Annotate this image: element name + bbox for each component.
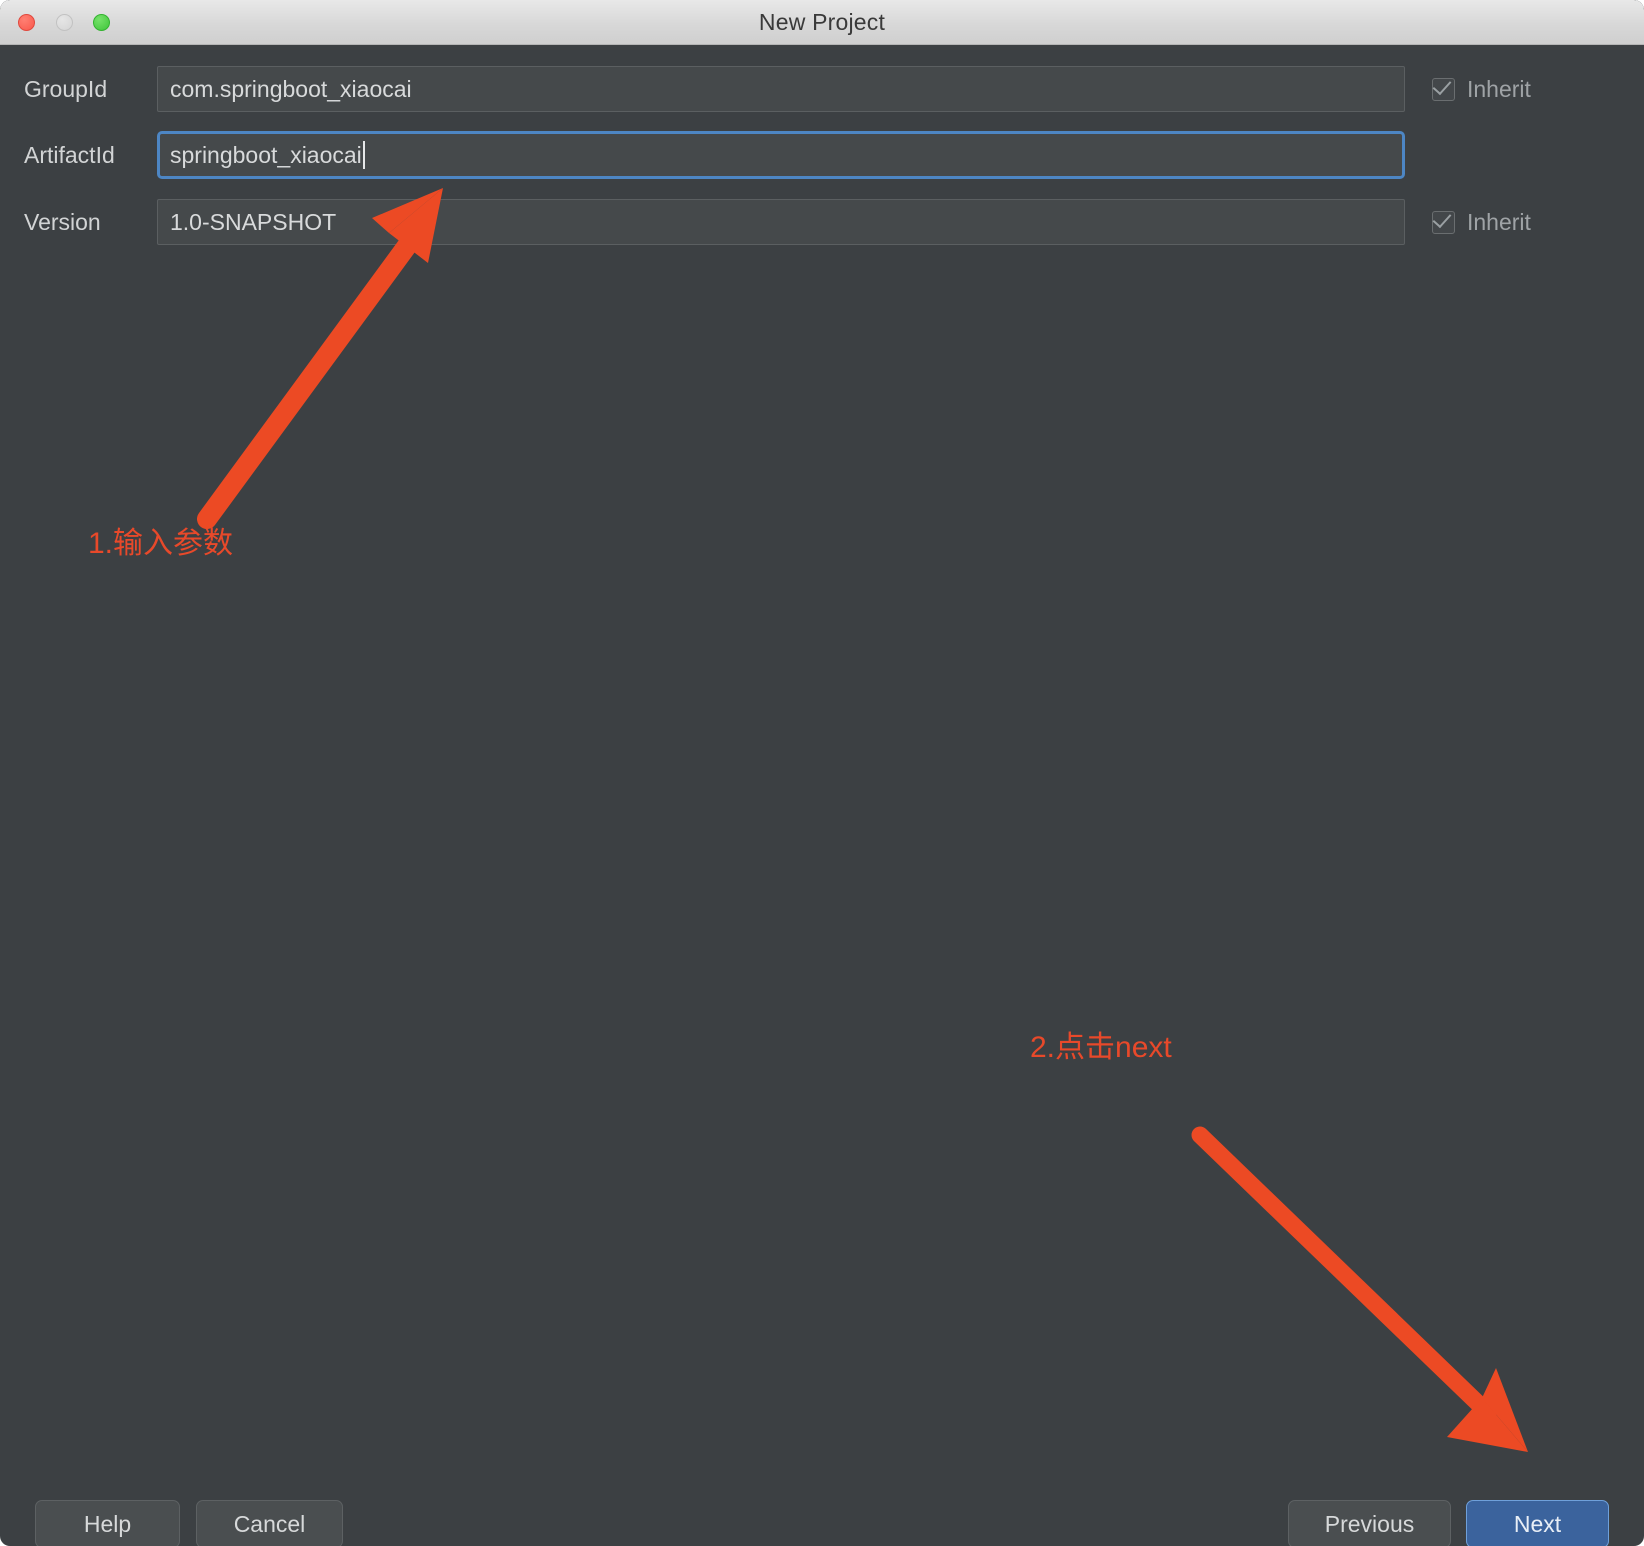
- version-inherit-checkbox[interactable]: Inherit: [1432, 199, 1531, 245]
- text-caret: [362, 141, 365, 169]
- dialog-button-bar: Help Cancel Previous Next: [0, 1500, 1644, 1546]
- groupid-input[interactable]: [157, 66, 1405, 112]
- next-button[interactable]: Next: [1466, 1500, 1609, 1546]
- new-project-dialog: New Project GroupId Inherit ArtifactId V…: [0, 0, 1644, 1546]
- version-input[interactable]: [157, 199, 1405, 245]
- groupid-inherit-checkbox[interactable]: Inherit: [1432, 66, 1531, 112]
- groupid-inherit-label: Inherit: [1467, 75, 1531, 102]
- version-inherit-label: Inherit: [1467, 208, 1531, 235]
- checkbox-icon[interactable]: [1432, 208, 1455, 234]
- version-label: Version: [24, 209, 101, 235]
- form-row-artifactid: ArtifactId: [0, 131, 1644, 179]
- window-title: New Project: [758, 9, 886, 35]
- help-button[interactable]: Help: [35, 1500, 180, 1546]
- artifactid-label: ArtifactId: [24, 142, 115, 168]
- groupid-label: GroupId: [24, 76, 108, 102]
- dialog-content: GroupId Inherit ArtifactId Version Inher…: [0, 45, 1644, 1546]
- form-row-version: Version Inherit: [0, 199, 1644, 245]
- cancel-button[interactable]: Cancel: [196, 1500, 343, 1546]
- checkbox-icon[interactable]: [1432, 75, 1455, 101]
- artifactid-input[interactable]: [157, 131, 1405, 179]
- form-row-groupid: GroupId Inherit: [0, 66, 1644, 112]
- window-titlebar: New Project: [0, 0, 1644, 45]
- previous-button[interactable]: Previous: [1288, 1500, 1451, 1546]
